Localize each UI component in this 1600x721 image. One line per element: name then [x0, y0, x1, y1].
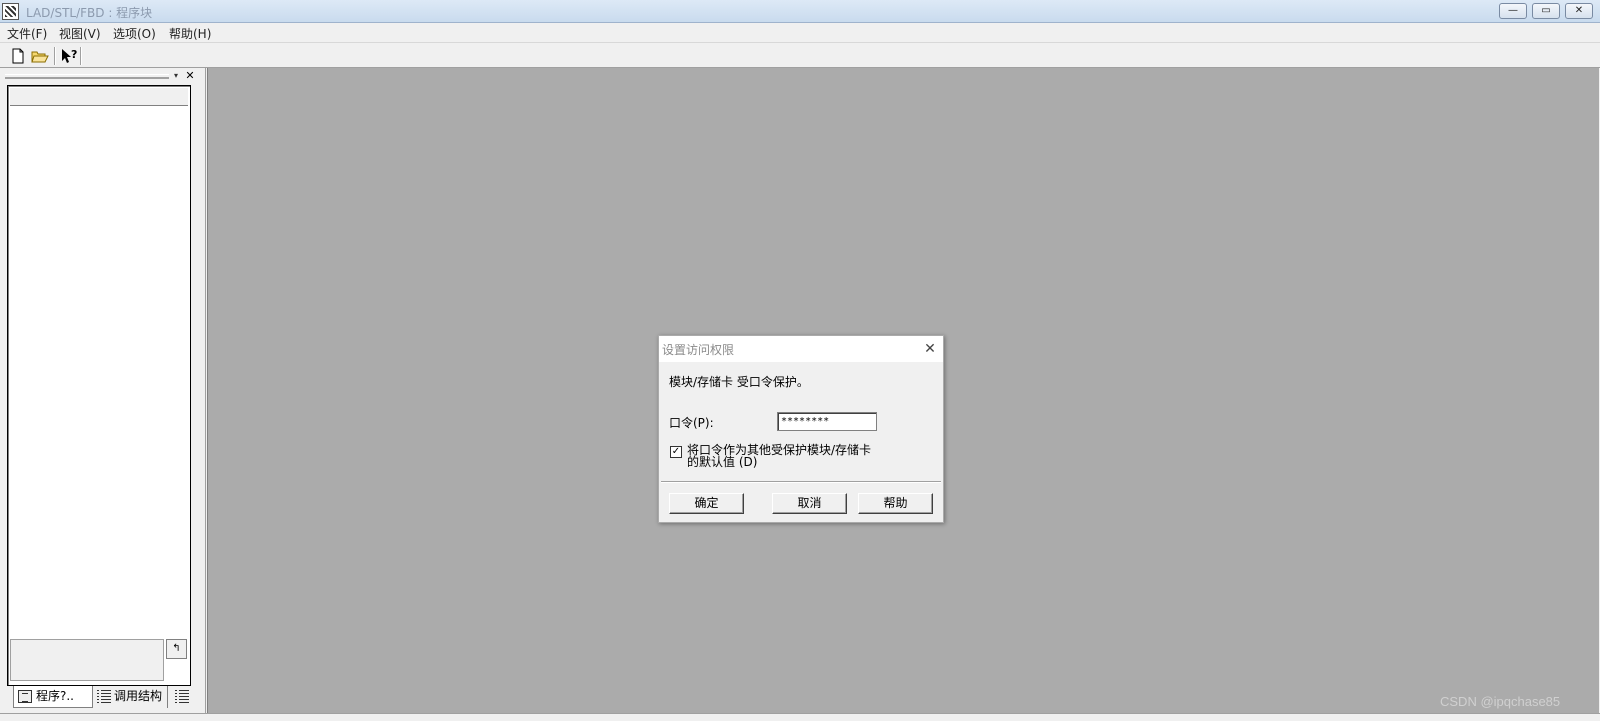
password-label: 口令(P):	[669, 416, 714, 430]
program-elements-icon	[18, 690, 32, 703]
password-field[interactable]: ********	[777, 412, 877, 431]
open-folder-icon[interactable]	[30, 46, 50, 66]
new-file-icon[interactable]	[8, 46, 28, 66]
dialog-message: 模块/存储卡 受口令保护。	[669, 375, 809, 389]
window-title: LAD/STL/FBD : 程序块	[26, 6, 153, 20]
menu-bar: 文件(F) 视图(V) 选项(O) 帮助(H)	[0, 23, 1600, 43]
watermark: CSDN @ipqchase85	[1440, 694, 1561, 709]
dialog-separator	[661, 481, 941, 483]
toolbar-separator	[54, 47, 56, 65]
panel-close-icon[interactable]: ✕	[184, 70, 196, 82]
panel-grip[interactable]	[5, 74, 169, 79]
default-password-checkbox[interactable]: ✓	[670, 446, 682, 458]
call-structure-icon	[97, 690, 111, 703]
status-bar	[0, 713, 1600, 721]
dialog-title: 设置访问权限	[662, 343, 735, 357]
tab-program-elements[interactable]: 程序?..	[13, 686, 93, 708]
tab-label: 调用结构	[114, 689, 163, 703]
info-toggle-icon[interactable]: ↰	[166, 639, 187, 659]
left-panel: ▾ ✕ ↰ 程序?.. 调用结构	[0, 68, 206, 713]
list-icon	[175, 690, 189, 703]
context-help-icon[interactable]: ?	[59, 46, 79, 66]
set-access-dialog: 设置访问权限 ✕ 模块/存储卡 受口令保护。 口令(P): ******** ✓…	[658, 335, 944, 523]
dialog-title-bar: 设置访问权限 ✕	[659, 336, 943, 362]
help-button[interactable]: 帮助	[858, 493, 933, 514]
close-button[interactable]: ✕	[1565, 3, 1593, 19]
menu-view[interactable]: 视图(V)	[59, 25, 101, 42]
menu-options[interactable]: 选项(O)	[113, 25, 156, 42]
program-tree[interactable]	[7, 85, 191, 686]
tab-list[interactable]	[172, 686, 192, 708]
default-password-label[interactable]: 将口令作为其他受保护模块/存储卡的默认值 (D)	[687, 444, 877, 468]
toolbar-separator	[80, 47, 82, 65]
svg-text:?: ?	[71, 48, 77, 61]
title-bar: LAD/STL/FBD : 程序块 — ▭ ✕	[0, 0, 1600, 23]
restore-button[interactable]: ▭	[1532, 3, 1560, 19]
tree-header	[10, 88, 188, 106]
ok-button[interactable]: 确定	[669, 493, 744, 514]
menu-help[interactable]: 帮助(H)	[169, 25, 211, 42]
minimize-button[interactable]: —	[1499, 3, 1527, 19]
tab-label: 程序?..	[36, 689, 74, 703]
tab-call-structure[interactable]: 调用结构	[94, 686, 168, 708]
app-icon	[2, 3, 19, 20]
toolbar: ?	[0, 44, 1600, 68]
info-box	[10, 639, 164, 681]
dialog-close-icon[interactable]: ✕	[921, 340, 939, 358]
panel-dropdown-icon[interactable]: ▾	[171, 71, 181, 81]
menu-file[interactable]: 文件(F)	[7, 25, 47, 42]
cancel-button[interactable]: 取消	[772, 493, 847, 514]
